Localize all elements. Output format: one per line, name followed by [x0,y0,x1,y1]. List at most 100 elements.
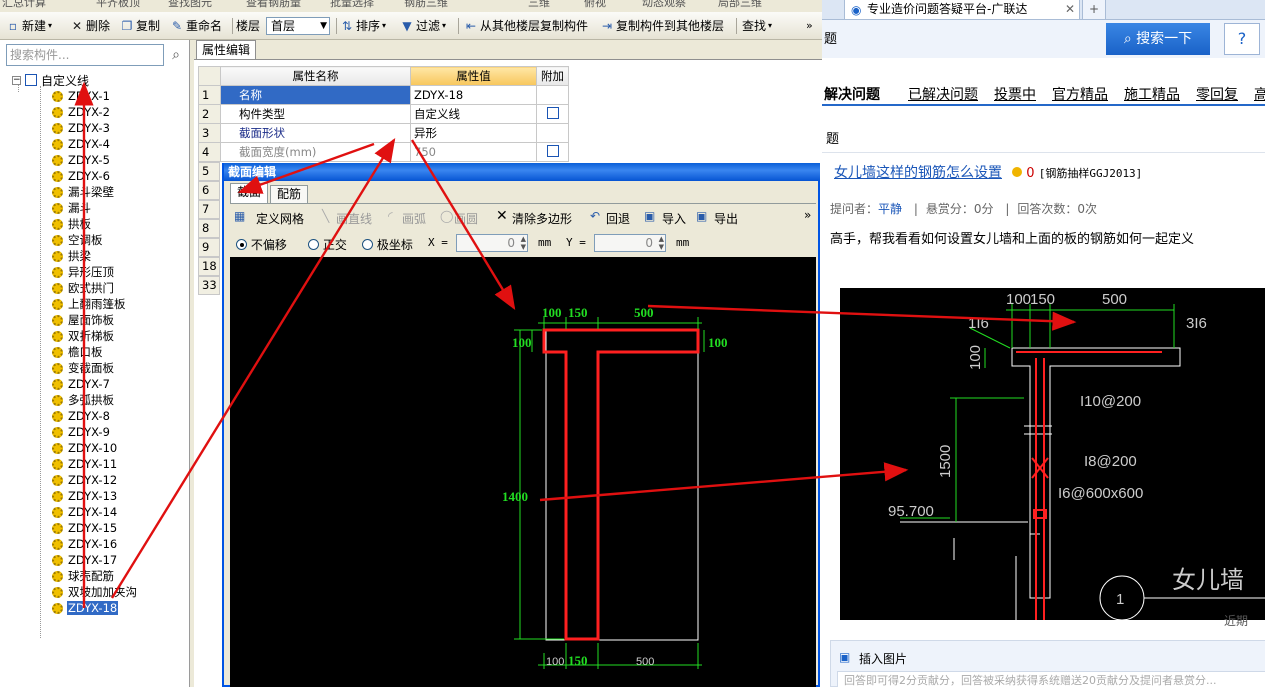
search-icon[interactable]: ⌕ [166,45,186,65]
tree-item[interactable]: ZDYX-7 [52,376,111,392]
menu-batch-select[interactable]: 批量选择 [330,0,374,10]
menu-top-view[interactable]: 俯视 [584,0,606,10]
tree-item[interactable]: 上翻雨篷板 [52,296,127,312]
tab-property-edit[interactable]: 属性编辑 [196,40,256,59]
nav-official[interactable]: 官方精品 [1052,84,1108,104]
question-image[interactable]: 100 150 500 1I6 3I6 I10@200 I8@200 I6@60… [840,288,1265,620]
sort-button[interactable]: ⇅ 排序 ▾ [340,16,386,36]
property-row[interactable]: 3 截面形状 异形 [198,123,569,143]
search-button[interactable]: ⌕ 搜索一下 [1106,23,1210,55]
menu-local-3d[interactable]: 局部三维 [718,0,762,10]
y-input[interactable]: 0 ▲ ▼ [594,234,666,252]
help-button[interactable]: ? [1224,23,1260,55]
tree-item[interactable]: ZDYX-2 [52,104,111,120]
tree-item[interactable]: 拱梁 [52,248,92,264]
no-offset-radio[interactable]: 不偏移 [236,236,287,253]
close-tab-icon[interactable]: ✕ [1065,0,1075,18]
component-search-input[interactable]: 搜索构件... [6,44,164,66]
tab-section[interactable]: 截面 [230,183,269,203]
nav-zero-reply[interactable]: 零回复 [1196,84,1238,104]
new-tab-button[interactable]: + [1082,0,1106,20]
t-section-polygon[interactable] [542,328,700,641]
menu-view-rebar[interactable]: 查看钢筋量 [246,0,301,10]
tree-item[interactable]: ZDYX-17 [52,552,118,568]
question-title[interactable]: 女儿墙这样的钢筋怎么设置 [834,165,1002,181]
tree-item[interactable]: 异形压顶 [52,264,115,280]
property-value[interactable]: 750 [410,142,537,162]
property-value[interactable]: 异形 [410,123,537,143]
property-row[interactable]: 2 构件类型 自定义线 [198,104,569,124]
tree-item[interactable]: ZDYX-18 [52,600,119,616]
undo-button[interactable]: 回退 [606,210,630,227]
tree-root-custom-line[interactable]: − 自定义线 [12,72,89,88]
nav-solving[interactable]: 解决问题 [824,84,880,104]
question-tag[interactable]: [钢筋抽样GGJ2013] [1039,167,1143,180]
tree-item[interactable]: 球壳配筋 [52,568,115,584]
tree-item[interactable]: ZDYX-10 [52,440,118,456]
copy-button[interactable]: ❐ 复制 [120,16,160,36]
extra-checkbox[interactable] [546,144,559,157]
tree-item[interactable]: ZDYX-11 [52,456,118,472]
tree-item[interactable]: 漏斗 [52,200,92,216]
rename-button[interactable]: ✎ 重命名 [170,16,222,36]
clear-polygon-button[interactable]: 清除多边形 [512,210,572,227]
nav-more[interactable]: 高 [1254,84,1265,104]
nav-solved[interactable]: 已解决问题 [908,84,978,104]
section-drawing-canvas[interactable]: 100 150 500 100 100 1400 150 100 500 [230,257,816,687]
tree-item[interactable]: ZDYX-4 [52,136,111,152]
ortho-radio[interactable]: 正交 [308,236,347,253]
tree-item[interactable]: ZDYX-3 [52,120,111,136]
import-button[interactable]: 导入 [662,210,686,227]
tree-item[interactable]: ZDYX-1 [52,88,111,104]
tree-item[interactable]: ZDYX-6 [52,168,111,184]
menu-summary[interactable]: 汇总计算 [2,0,46,10]
floor-select[interactable]: 首层 ▼ [266,17,330,35]
tree-item[interactable]: ZDYX-16 [52,536,118,552]
tree-item[interactable]: 拱板 [52,216,92,232]
menu-rebar-3d[interactable]: 钢筋三维 [404,0,448,10]
answer-input[interactable]: 回答即可得2分贡献分，回答被采纳获得系统赠送20贡献分及提问者悬赏分... [837,671,1265,687]
tab-rebar[interactable]: 配筋 [270,185,309,203]
insert-image-button[interactable]: 插入图片 [859,650,907,667]
tree-item[interactable]: ZDYX-15 [52,520,118,536]
find-button[interactable]: 查找 ▾ [742,16,772,36]
export-button[interactable]: 导出 [714,210,738,227]
toolbar-overflow-icon[interactable]: » [806,16,813,36]
polar-radio[interactable]: 极坐标 [362,236,413,253]
menu-3d[interactable]: 三维 [528,0,550,10]
x-input[interactable]: 0 ▲ ▼ [456,234,528,252]
menu-find[interactable]: 查找图元 [168,0,212,10]
property-row[interactable]: 4 截面宽度(mm) 750 [198,142,569,162]
tree-item[interactable]: ZDYX-14 [52,504,118,520]
overflow-icon[interactable]: » [804,208,811,222]
tree-item[interactable]: 双折梯板 [52,328,115,344]
tree-item[interactable]: 空调板 [52,232,104,248]
nav-voting[interactable]: 投票中 [994,84,1036,104]
copy-from-floor-button[interactable]: ⇤ 从其他楼层复制构件 [464,16,588,36]
delete-button[interactable]: ✕ 删除 [70,16,110,36]
nav-construction[interactable]: 施工精品 [1124,84,1180,104]
draw-arc-button[interactable]: 画弧 [402,210,426,227]
browser-tab[interactable]: ◉ 专业造价问题答疑平台-广联达 ✕ [844,0,1080,20]
tree-item[interactable]: ZDYX-8 [52,408,111,424]
tree-item[interactable]: 屋面饰板 [52,312,115,328]
new-button[interactable]: ▫ 新建 ▾ [6,16,52,36]
tree-item[interactable]: ZDYX-5 [52,152,111,168]
collapse-icon[interactable]: − [12,75,21,85]
menu-flush[interactable]: 平齐板顶 [96,0,140,10]
define-grid-button[interactable]: 定义网格 [256,210,304,227]
tree-item[interactable]: ZDYX-9 [52,424,111,440]
tree-item[interactable]: ZDYX-13 [52,488,118,504]
copy-to-floor-button[interactable]: ⇥ 复制构件到其他楼层 [600,16,724,36]
extra-checkbox[interactable] [546,106,559,119]
property-row[interactable]: 1 名称 ZDYX-18 [198,85,569,105]
tree-item[interactable]: 多弧拱板 [52,392,115,408]
property-value[interactable]: 自定义线 [410,104,537,124]
tree-item[interactable]: 漏斗梁壁 [52,184,115,200]
asker-name[interactable]: 平静 [878,202,902,216]
filter-button[interactable]: ▼ 过滤 ▾ [400,16,446,36]
property-value[interactable]: ZDYX-18 [410,85,537,105]
draw-line-button[interactable]: 画直线 [336,210,372,227]
draw-circle-button[interactable]: 画圆 [454,210,478,227]
tree-item[interactable]: ZDYX-12 [52,472,118,488]
